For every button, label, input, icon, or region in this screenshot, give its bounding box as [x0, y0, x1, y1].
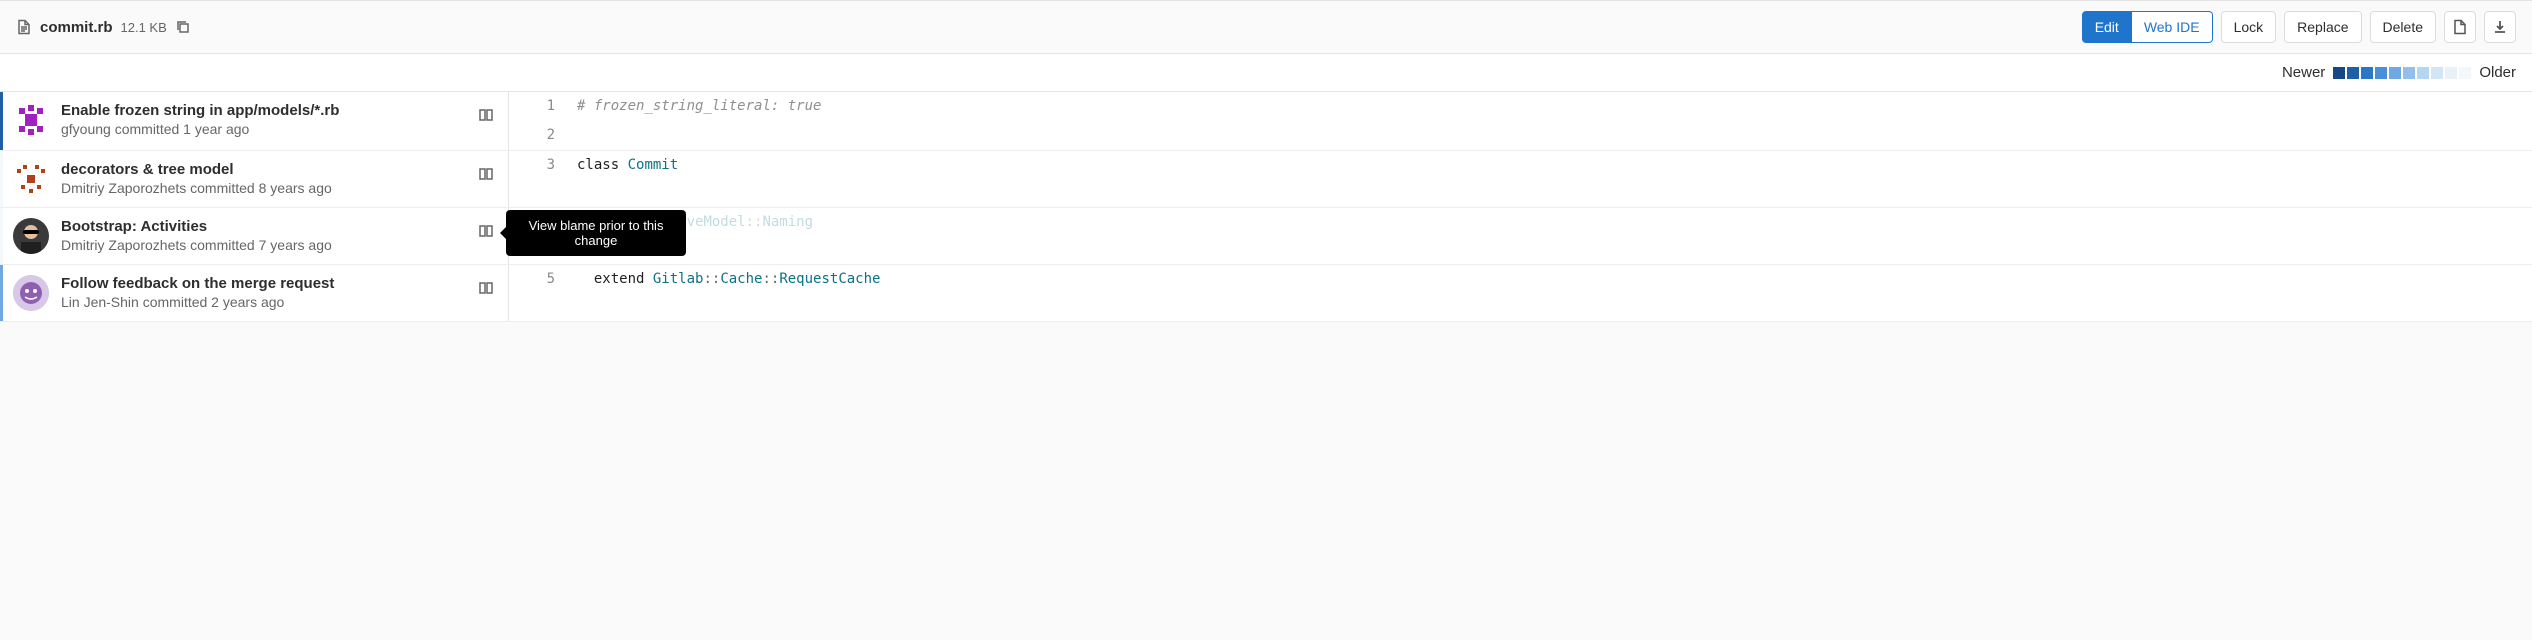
code-line: 3class Commit	[509, 151, 2532, 180]
legend-newer-label: Newer	[2282, 64, 2325, 81]
line-number[interactable]: 1	[509, 92, 569, 121]
commit-title[interactable]: Enable frozen string in app/models/*.rb	[61, 102, 496, 119]
copy-path-icon[interactable]	[175, 19, 191, 35]
legend-swatch	[2431, 67, 2443, 79]
blame-commit[interactable]: decorators & tree model Dmitriy Zaporozh…	[0, 151, 509, 207]
code-block: 4 extend ActiveModel::Naming	[509, 208, 2532, 264]
code-line: 4 extend ActiveModel::Naming	[509, 208, 2532, 237]
blame-commit[interactable]: Bootstrap: Activities Dmitriy Zaporozhet…	[0, 208, 509, 264]
commit-byline: Lin Jen-Shin committed 2 years ago	[61, 294, 496, 310]
code-line: 2	[509, 121, 2532, 150]
download-button[interactable]	[2484, 11, 2516, 43]
delete-button[interactable]: Delete	[2370, 11, 2436, 43]
code-block: 5 extend Gitlab::Cache::RequestCache	[509, 265, 2532, 321]
commit-meta: Enable frozen string in app/models/*.rb …	[61, 102, 496, 137]
document-icon	[2452, 19, 2468, 35]
avatar[interactable]	[13, 218, 49, 254]
blame-row: decorators & tree model Dmitriy Zaporozh…	[0, 151, 2532, 208]
replace-button[interactable]: Replace	[2284, 11, 2361, 43]
line-number[interactable]: 5	[509, 265, 569, 294]
blame-prior-icon[interactable]	[476, 105, 496, 125]
file-title: commit.rb 12.1 KB	[16, 19, 191, 36]
code-line: 1# frozen_string_literal: true	[509, 92, 2532, 121]
file-size: 12.1 KB	[121, 20, 167, 35]
web-ide-button[interactable]: Web IDE	[2132, 11, 2213, 43]
blame-prior-icon[interactable]	[476, 278, 496, 298]
commit-title[interactable]: Bootstrap: Activities	[61, 218, 496, 235]
legend-swatch	[2347, 67, 2359, 79]
legend-swatch	[2389, 67, 2401, 79]
edit-button[interactable]: Edit	[2082, 11, 2132, 43]
avatar[interactable]	[13, 102, 49, 138]
blame-row: Follow feedback on the merge request Lin…	[0, 265, 2532, 322]
legend-swatch	[2375, 67, 2387, 79]
code-block: 3class Commit	[509, 151, 2532, 207]
tooltip: View blame prior to this change	[506, 210, 686, 256]
commit-byline: Dmitriy Zaporozhets committed 7 years ag…	[61, 237, 496, 253]
legend-swatch	[2403, 67, 2415, 79]
blame-row: Enable frozen string in app/models/*.rb …	[0, 92, 2532, 151]
legend-swatches	[2333, 67, 2471, 79]
raw-button[interactable]	[2444, 11, 2476, 43]
line-number[interactable]: 2	[509, 121, 569, 150]
commit-meta: Bootstrap: Activities Dmitriy Zaporozhet…	[61, 218, 496, 253]
legend-swatch	[2417, 67, 2429, 79]
edit-group: Edit Web IDE	[2082, 11, 2213, 43]
code-line: 5 extend Gitlab::Cache::RequestCache	[509, 265, 2532, 294]
blame-prior-icon[interactable]	[476, 221, 496, 241]
download-icon	[2492, 19, 2508, 35]
line-number[interactable]: 3	[509, 151, 569, 180]
source	[569, 121, 577, 150]
commit-title[interactable]: Follow feedback on the merge request	[61, 275, 496, 292]
legend-swatch	[2445, 67, 2457, 79]
blame-prior-icon[interactable]	[476, 164, 496, 184]
legend-swatch	[2361, 67, 2373, 79]
file-header: commit.rb 12.1 KB Edit Web IDE Lock Repl…	[0, 0, 2532, 54]
commit-byline: Dmitriy Zaporozhets committed 8 years ag…	[61, 180, 496, 196]
file-actions: Edit Web IDE Lock Replace Delete	[2082, 11, 2516, 43]
code-block: 1# frozen_string_literal: true2	[509, 92, 2532, 150]
commit-title[interactable]: decorators & tree model	[61, 161, 496, 178]
file-name: commit.rb	[40, 19, 113, 36]
blame-table: Enable frozen string in app/models/*.rb …	[0, 92, 2532, 322]
avatar[interactable]	[13, 275, 49, 311]
source: # frozen_string_literal: true	[569, 92, 821, 121]
blame-row: Bootstrap: Activities Dmitriy Zaporozhet…	[0, 208, 2532, 265]
file-icon	[16, 19, 32, 35]
blame-commit[interactable]: Follow feedback on the merge request Lin…	[0, 265, 509, 321]
blame-commit[interactable]: Enable frozen string in app/models/*.rb …	[0, 92, 509, 150]
avatar[interactable]	[13, 161, 49, 197]
blame-age-legend: Newer Older	[0, 54, 2532, 92]
commit-meta: decorators & tree model Dmitriy Zaporozh…	[61, 161, 496, 196]
lock-button[interactable]: Lock	[2221, 11, 2277, 43]
source: extend Gitlab::Cache::RequestCache	[569, 265, 880, 294]
commit-meta: Follow feedback on the merge request Lin…	[61, 275, 496, 310]
source: class Commit	[569, 151, 678, 180]
legend-swatch	[2459, 67, 2471, 79]
commit-byline: gfyoung committed 1 year ago	[61, 121, 496, 137]
legend-swatch	[2333, 67, 2345, 79]
legend-older-label: Older	[2479, 64, 2516, 81]
